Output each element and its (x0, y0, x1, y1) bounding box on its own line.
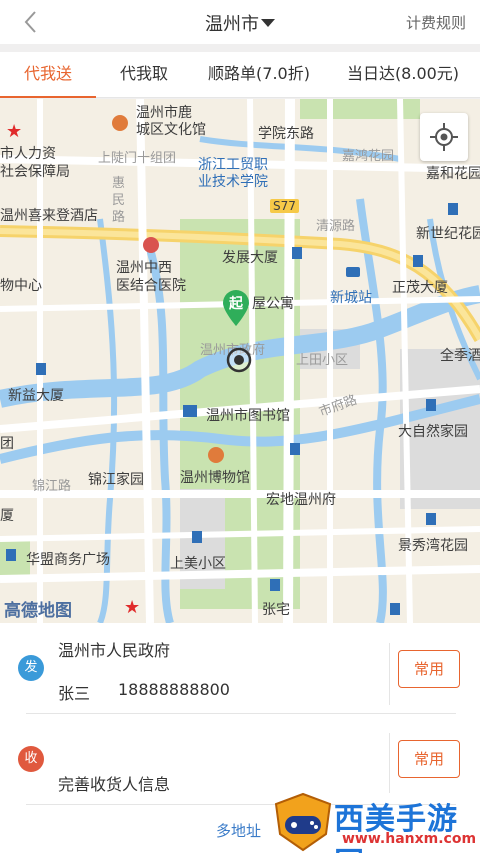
sender-address[interactable]: 温州市人民政府 (58, 637, 170, 661)
map-label-xia: 厦 (0, 508, 14, 524)
map-label-jinjiang-home: 锦江家园 (88, 472, 144, 488)
tab-deliver-for-me[interactable]: 代我送 (0, 52, 96, 98)
app-screen: 温州市 计费规则 代我送 代我取 顺路单(7.0折) 当日达(8.00元) ★ … (0, 0, 480, 853)
crosshair-icon (430, 123, 458, 151)
start-pin[interactable]: 起 (222, 289, 250, 327)
amap-logo: 高德地图 (4, 601, 72, 621)
map-label-fazhan: 发展大厦 (222, 250, 278, 266)
receiver-badge: 收 (18, 746, 44, 772)
map-label-qingyuan-road: 清源路 (316, 219, 356, 234)
divider (26, 713, 456, 714)
current-location-marker (226, 347, 252, 373)
map-label-xinyi: 新益大厦 (8, 388, 64, 404)
map-label-apartment: 屋公寓 (252, 296, 294, 312)
map-label-shangtian: 上田小区 (296, 353, 349, 368)
map-label-jiahong: 嘉鸿花园 (342, 149, 395, 164)
watermark-url: www.hanxm.com (342, 831, 477, 847)
map-label-shopping: 物中心 (0, 278, 42, 294)
map-label-shangtang: 上陡门十组团 (98, 151, 177, 166)
map-label-museum: 温州博物馆 (180, 470, 250, 486)
map-label-quanji: 全季酒 (440, 348, 480, 364)
map-label-hr-bureau: 市人力资 社会保障局 (0, 146, 70, 180)
map-label-hongdi: 宏地温州府 (266, 492, 336, 508)
tab-on-the-way[interactable]: 顺路单(7.0折) (192, 52, 326, 98)
gamepad-shield-icon (274, 792, 332, 852)
svg-text:★: ★ (124, 597, 140, 618)
top-bar: 温州市 计费规则 (0, 0, 480, 44)
map-label-zhengmao: 正茂大厦 (392, 280, 448, 296)
location-dot-icon (226, 347, 252, 373)
map-label-shangmei: 上美小区 (170, 556, 226, 572)
sender-phone[interactable]: 18888888800 (118, 680, 230, 699)
map-label-huameng: 华盟商务广场 (26, 552, 110, 568)
tab-same-day[interactable]: 当日达(8.00元) (326, 52, 480, 98)
map-view[interactable]: ★ ★ 温州市鹿 城区文化馆 学院东路 嘉鸿花园 嘉和花园 上陡门十组团 市人力资… (0, 99, 480, 623)
divider (389, 733, 390, 793)
locate-button[interactable] (420, 113, 468, 161)
map-label-jinjiang-road: 锦江路 (32, 479, 72, 494)
map-label-hospital: 温州中西 医结合医院 (116, 260, 186, 294)
map-label-college: 浙江工贸职 业技术学院 (198, 157, 268, 190)
receiver-common-button[interactable]: 常用 (398, 740, 460, 778)
service-tabs: 代我送 代我取 顺路单(7.0折) 当日达(8.00元) (0, 52, 480, 98)
svg-text:★: ★ (6, 121, 22, 142)
map-label-library: 温州市图书馆 (206, 408, 290, 424)
map-label-hotel: 温州喜来登酒店 (0, 208, 98, 224)
map-label-xueyuan-road: 学院东路 (258, 126, 314, 142)
sender-badge: 发 (18, 655, 44, 681)
map-label-zhangzhai: 张宅 (262, 602, 290, 618)
map-label-xinshiji: 新世纪花园 (416, 226, 480, 242)
caret-down-icon (261, 19, 275, 27)
tab-pickup-for-me[interactable]: 代我取 (96, 52, 192, 98)
map-label-jingxiuwan: 景秀湾花园 (398, 538, 468, 554)
map-label-culture-center: 温州市鹿 城区文化馆 (136, 105, 206, 138)
pricing-rules-link[interactable]: 计费规则 (406, 12, 466, 33)
map-label-jiahe: 嘉和花园 (426, 166, 480, 182)
sender-common-button[interactable]: 常用 (398, 650, 460, 688)
city-name: 温州市 (205, 14, 259, 35)
map-label-s77: S77 (270, 199, 299, 213)
multi-address-link[interactable]: 多地址 (216, 820, 261, 841)
receiver-info-field[interactable]: 完善收货人信息 (58, 771, 170, 795)
divider (389, 643, 390, 705)
map-label-xincheng-station: 新城站 (330, 290, 372, 306)
map-label-huimin-road: 惠民路 (112, 176, 126, 225)
sender-name[interactable]: 张三 (58, 680, 90, 704)
map-label-tuan: 团 (0, 436, 14, 452)
start-pin-label: 起 (229, 296, 243, 312)
map-label-daziran: 大自然家园 (398, 424, 468, 440)
site-watermark: 西美手游网 www.hanxm.com (266, 790, 480, 853)
